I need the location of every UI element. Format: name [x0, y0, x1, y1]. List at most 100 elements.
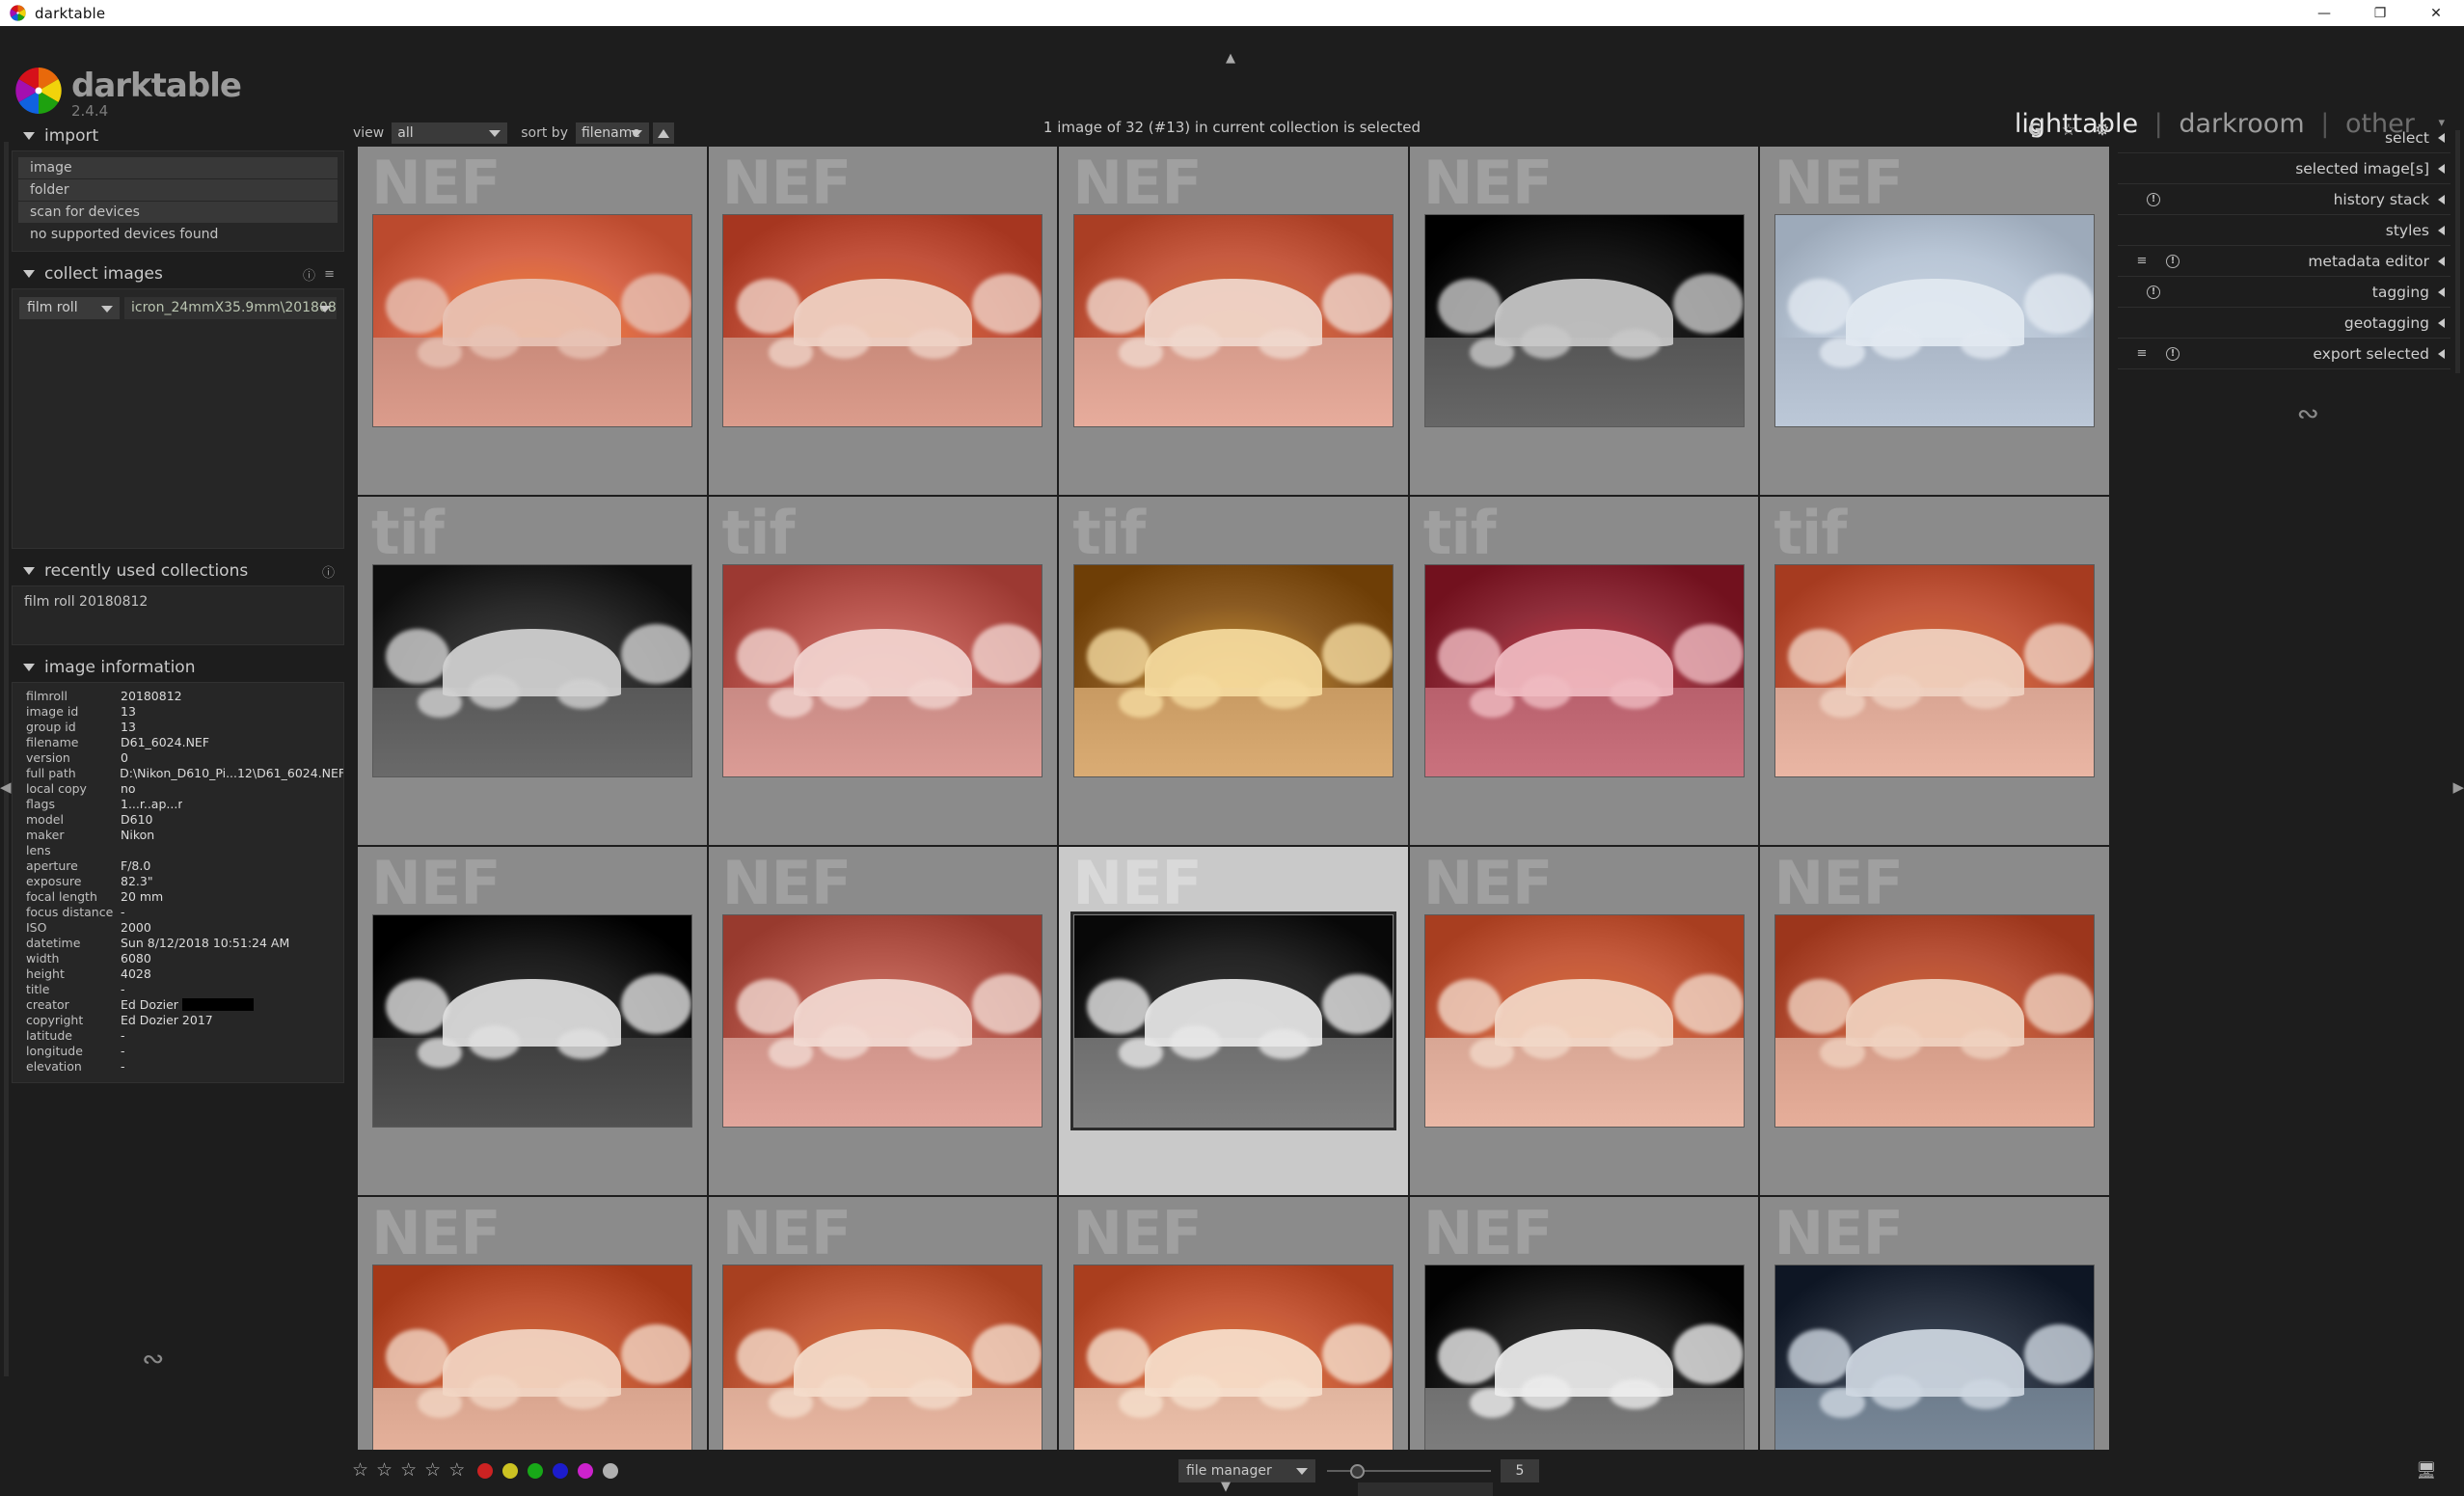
- thumbnail-image[interactable]: [1070, 911, 1396, 1130]
- info-icon[interactable]: !: [2147, 285, 2160, 299]
- bottom-panel-collapse-toggle[interactable]: ▼: [1221, 1480, 1231, 1494]
- thumbnail-cell[interactable]: NEF: [1759, 1196, 2110, 1477]
- thumbnail-cell[interactable]: tif: [1058, 496, 1409, 846]
- thumbnail-cell[interactable]: tif: [707, 496, 1059, 846]
- info-icon[interactable]: !: [2166, 346, 2180, 361]
- collect-images-panel-header[interactable]: collect images ⓘ ≡: [12, 260, 344, 288]
- thumbnail-cell[interactable]: NEF: [707, 146, 1059, 496]
- preferences-gear-icon[interactable]: ⚙: [2093, 121, 2112, 140]
- menu-icon[interactable]: ≡: [324, 267, 335, 282]
- view-filter-select[interactable]: all: [392, 122, 508, 144]
- thumbnail-cell[interactable]: NEF: [1058, 146, 1409, 496]
- grouping-icon[interactable]: G: [2025, 121, 2044, 140]
- menu-icon[interactable]: ≡: [2135, 346, 2149, 361]
- file-extension-overlay: NEF: [721, 1198, 853, 1268]
- thumbnail-image[interactable]: [1775, 565, 2095, 776]
- color-label-yellow[interactable]: [502, 1463, 518, 1479]
- thumbnail-cell[interactable]: NEF: [1408, 846, 1760, 1196]
- thumbnail-cell[interactable]: NEF: [1408, 1196, 1760, 1477]
- lighttable-grid[interactable]: NEF NEF NEF NEF NEF tif tif tif tif tif NEF NEF NEF N…: [357, 146, 2110, 1477]
- import-folder-button[interactable]: folder: [18, 179, 338, 201]
- right-panel-item-select[interactable]: select: [2118, 122, 2450, 153]
- star-rating-3[interactable]: ☆: [400, 1461, 417, 1480]
- window-maximize-button[interactable]: ❐: [2352, 0, 2408, 26]
- info-icon[interactable]: !: [2166, 254, 2180, 268]
- info-icon[interactable]: ⓘ: [322, 562, 335, 581]
- thumbnail-image[interactable]: [372, 915, 691, 1127]
- collect-value-input[interactable]: icron_24mmX35.9mm\20180812: [124, 297, 337, 319]
- thumbnail-image[interactable]: [372, 215, 691, 426]
- menu-icon[interactable]: ≡: [2135, 254, 2149, 268]
- thumbnail-cell[interactable]: NEF: [357, 846, 708, 1196]
- thumbnail-image[interactable]: [1073, 565, 1393, 776]
- image-information-panel-header[interactable]: image information: [12, 654, 344, 682]
- color-label-green[interactable]: [528, 1463, 543, 1479]
- zoom-level-slider[interactable]: [1327, 1459, 1491, 1482]
- star-rating-5[interactable]: ☆: [448, 1461, 465, 1480]
- star-rating-filter[interactable]: ☆ ☆ ☆ ☆ ☆: [352, 1461, 465, 1480]
- thumbnail-cell[interactable]: NEF: [357, 146, 708, 496]
- zoom-level-value[interactable]: 5: [1501, 1459, 1539, 1482]
- recent-collections-panel-header[interactable]: recently used collections ⓘ: [12, 558, 344, 585]
- layout-mode-select[interactable]: file manager: [1178, 1459, 1315, 1482]
- thumbnail-cell[interactable]: NEF: [1759, 146, 2110, 496]
- right-panel-item-history-stack[interactable]: ! history stack: [2118, 184, 2450, 215]
- image-info-key: image id: [26, 704, 79, 719]
- thumbnail-cell[interactable]: NEF: [357, 1196, 708, 1477]
- thumbnail-image[interactable]: [1424, 915, 1744, 1127]
- left-panel-collapse-toggle[interactable]: ◀: [0, 778, 12, 796]
- color-label-magenta[interactable]: [578, 1463, 593, 1479]
- right-panel-item-metadata-editor[interactable]: ≡! metadata editor: [2118, 246, 2450, 277]
- sort-by-select[interactable]: filename: [575, 122, 649, 144]
- scan-for-devices-button[interactable]: scan for devices: [18, 202, 338, 223]
- thumbnail-image[interactable]: [723, 215, 1042, 426]
- overlays-star-icon[interactable]: ☆: [2059, 121, 2078, 140]
- thumbnail-image[interactable]: [1424, 215, 1744, 426]
- thumbnail-cell[interactable]: NEF: [1759, 846, 2110, 1196]
- thumbnail-image[interactable]: [723, 565, 1042, 776]
- star-rating-2[interactable]: ☆: [376, 1461, 393, 1480]
- thumbnail-image[interactable]: [723, 915, 1042, 1127]
- import-panel-header[interactable]: import: [12, 122, 344, 150]
- color-label-gray[interactable]: [603, 1463, 618, 1479]
- thumbnail-cell[interactable]: NEF: [1408, 146, 1760, 496]
- recent-collection-item[interactable]: film roll 20180812: [13, 594, 343, 610]
- thumbnail-image[interactable]: [1073, 1265, 1393, 1477]
- info-icon[interactable]: ⓘ: [303, 265, 315, 284]
- slider-knob[interactable]: [1350, 1464, 1365, 1479]
- thumbnail-image[interactable]: [1424, 565, 1744, 776]
- right-panel-item-geotagging[interactable]: geotagging: [2118, 308, 2450, 339]
- collect-criteria-select[interactable]: film roll: [19, 297, 120, 319]
- thumbnail-cell[interactable]: NEF: [707, 846, 1059, 1196]
- thumbnail-image[interactable]: [1424, 1265, 1744, 1477]
- right-panel-collapse-toggle[interactable]: ▶: [2452, 778, 2464, 796]
- thumbnail-image[interactable]: [1775, 1265, 2095, 1477]
- thumbnail-image[interactable]: [1775, 215, 2095, 426]
- thumbnail-cell[interactable]: NEF: [707, 1196, 1059, 1477]
- color-label-red[interactable]: [477, 1463, 493, 1479]
- window-close-button[interactable]: ✕: [2408, 0, 2464, 26]
- right-panel-item-tagging[interactable]: ! tagging: [2118, 277, 2450, 308]
- star-rating-1[interactable]: ☆: [352, 1461, 368, 1480]
- info-icon[interactable]: !: [2147, 192, 2160, 206]
- sort-direction-button[interactable]: [652, 122, 674, 144]
- display-profile-icon[interactable]: 🖥: [2416, 1461, 2437, 1481]
- window-minimize-button[interactable]: —: [2296, 0, 2352, 26]
- thumbnail-cell[interactable]: tif: [357, 496, 708, 846]
- thumbnail-cell[interactable]: NEF: [1058, 1196, 1409, 1477]
- thumbnail-cell[interactable]: tif: [1759, 496, 2110, 846]
- thumbnail-image[interactable]: [723, 1265, 1042, 1477]
- thumbnail-image[interactable]: [1775, 915, 2095, 1127]
- thumbnail-cell-selected[interactable]: NEF: [1058, 846, 1409, 1196]
- import-image-button[interactable]: image: [18, 157, 338, 178]
- thumbnail-cell[interactable]: tif: [1408, 496, 1760, 846]
- right-panel-item-export-selected[interactable]: ≡! export selected: [2118, 339, 2450, 369]
- right-panel-item-styles[interactable]: styles: [2118, 215, 2450, 246]
- thumbnail-image[interactable]: [372, 1265, 691, 1477]
- color-label-filter[interactable]: [477, 1463, 618, 1479]
- thumbnail-image[interactable]: [372, 565, 691, 776]
- star-rating-4[interactable]: ☆: [424, 1461, 441, 1480]
- right-panel-item-selected-image-s-[interactable]: selected image[s]: [2118, 153, 2450, 184]
- thumbnail-image[interactable]: [1073, 215, 1393, 426]
- color-label-blue[interactable]: [553, 1463, 568, 1479]
